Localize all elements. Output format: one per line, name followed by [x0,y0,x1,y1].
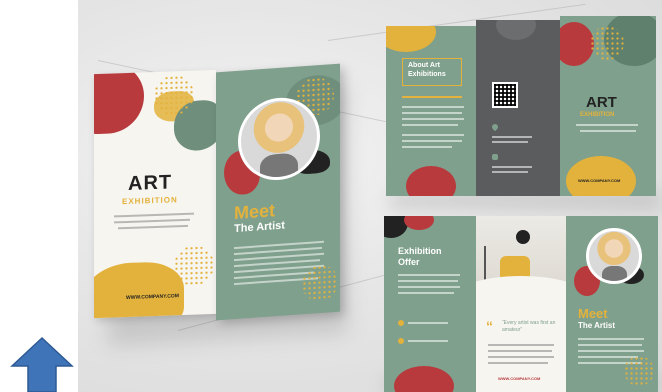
about-heading-line1: About Art [408,62,441,69]
body-text-line [402,96,462,98]
offer-heading-line1: Exhibition [398,246,442,256]
front-art-title: ART [128,171,173,195]
body-text-line [492,141,528,143]
wall-art [516,230,530,244]
up-arrow-icon[interactable] [10,336,74,392]
body-text-line [398,292,454,294]
body-text-line [578,356,638,358]
bullet-icon [398,320,404,326]
red-blob [94,69,144,135]
bottom-meet-heading: Meet [578,306,608,321]
red-blob [394,366,454,392]
body-text-line [114,218,190,224]
bottom-middle-panel: “ “Every artist was first an amateur” WW… [476,216,566,392]
red-blob [404,216,434,230]
about-heading-box: About Art Exhibitions [402,58,462,86]
yellow-blob [566,156,636,196]
front-right-panel: Meet The Artist [216,63,340,321]
yellow-blob [94,260,184,319]
front-left-panel: ART EXHIBITION WWW.COMPANY.COM [94,69,216,319]
body-text-line [580,130,636,132]
body-text-line [488,344,554,346]
artist-portrait [586,228,642,284]
body-text-line [578,338,644,340]
bottom-meet-panel: Meet The Artist [566,216,658,392]
bottom-the-artist-heading: The Artist [578,321,616,330]
body-text-line [114,212,194,218]
about-heading-line2: Exhibitions [408,71,446,78]
body-text-line [398,280,458,282]
offer-heading-line2: Offer [398,257,420,267]
qr-code [492,82,518,108]
body-text-line [492,166,532,168]
brochure-mockup-scene: ART EXHIBITION WWW.COMPANY.COM Meet The … [78,0,662,392]
quote-text: “Every artist was first an amateur” [502,320,556,333]
red-blob [406,166,456,196]
dot-pattern [624,356,654,386]
dot-pattern [174,244,214,287]
top-art-title: ART [586,94,617,111]
body-text-line [402,106,464,108]
dot-pattern [590,26,624,60]
wave-divider [476,276,566,316]
grey-blob [496,20,536,40]
body-text-line [402,140,462,142]
body-text-line [488,350,552,352]
quote-mark-icon: “ [486,318,493,334]
body-text-line [492,171,528,173]
body-text-line [118,224,188,230]
phone-icon [492,154,498,160]
body-text-line [402,118,464,120]
bullet-icon [398,338,404,344]
body-text-line [402,146,452,148]
front-exhibition-subtitle: EXHIBITION [122,195,178,207]
body-text-line [578,350,644,352]
the-artist-heading: The Artist [234,219,285,236]
body-text-line [492,136,532,138]
body-text-line [402,124,458,126]
top-back-panel: ART EXHIBITION WWW.COMPANY.COM [560,16,656,196]
body-text-line [398,274,460,276]
body-text-line [578,344,642,346]
bottom-website: WWW.COMPANY.COM [498,376,541,381]
body-text-line [398,286,460,288]
top-exhibition-subtitle: EXHIBITION [580,112,615,118]
body-text-line [408,322,448,324]
yellow-blob [386,26,436,52]
bottom-offer-panel: Exhibition Offer [384,216,476,392]
body-text-line [408,340,448,342]
location-icon [490,122,500,132]
body-text-line [488,356,554,358]
top-about-panel: About Art Exhibitions [386,26,476,196]
top-middle-panel [476,20,560,196]
top-website: WWW.COMPANY.COM [578,178,621,183]
dot-pattern [302,263,338,303]
body-text-line [488,362,548,364]
red-blob [560,22,594,66]
body-text-line [576,124,638,126]
body-text-line [402,112,462,114]
body-text-line [402,134,464,136]
